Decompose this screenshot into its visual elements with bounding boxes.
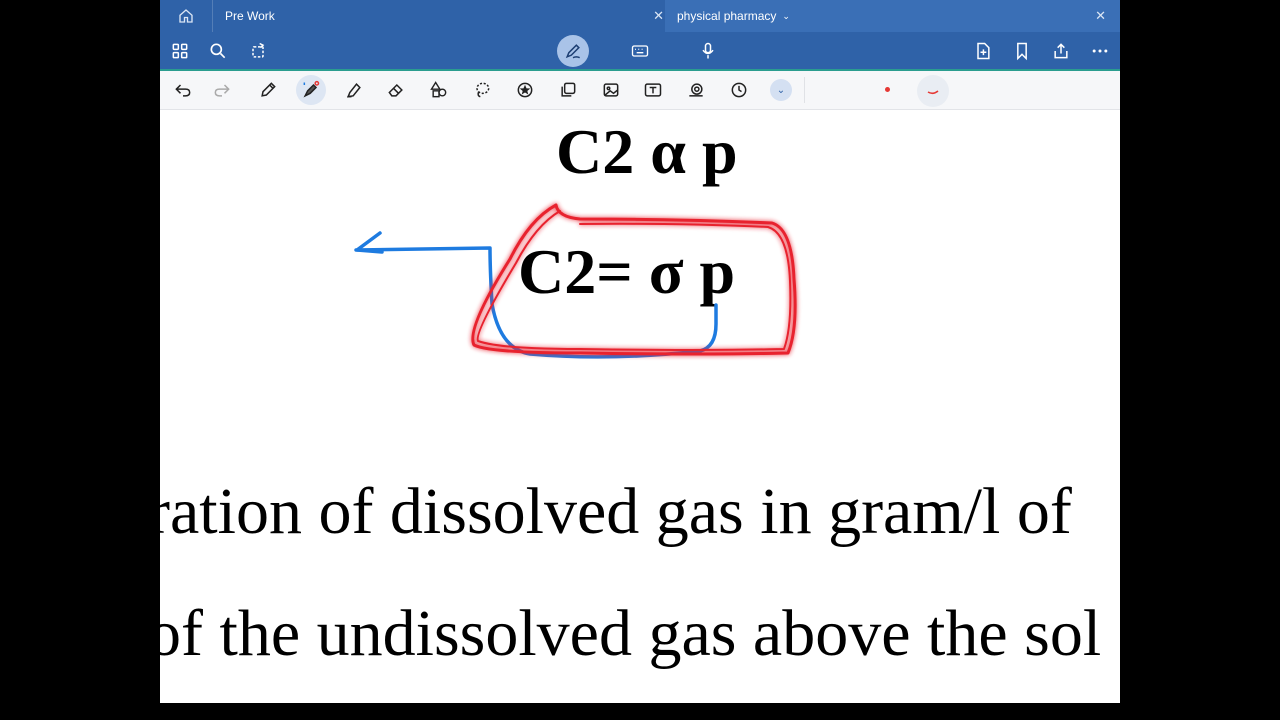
eraser-icon[interactable] — [384, 78, 408, 102]
text-box-icon[interactable] — [641, 78, 665, 102]
timer-icon[interactable] — [727, 78, 751, 102]
highlighter-icon[interactable] — [342, 78, 366, 102]
image-icon[interactable] — [599, 78, 623, 102]
grid-icon[interactable] — [169, 40, 191, 62]
sticker-icon[interactable] — [513, 78, 537, 102]
pen-icon[interactable] — [256, 78, 280, 102]
bookmark-icon[interactable] — [1011, 40, 1033, 62]
expand-tools-icon[interactable]: ⌄ — [770, 79, 792, 101]
top-toolbar — [160, 32, 1120, 69]
share-icon[interactable] — [1050, 40, 1072, 62]
close-tab-icon[interactable]: ✕ — [653, 8, 664, 24]
chevron-down-icon[interactable]: ⌄ — [782, 11, 790, 22]
home-icon — [179, 9, 193, 23]
pen-mode-icon — [565, 44, 581, 59]
color-swatch[interactable] — [885, 87, 890, 92]
active-color-swatch[interactable] — [917, 75, 949, 107]
red-ink-highlight — [471, 203, 797, 356]
notes-app: Pre Work ✕ physical pharmacy ⌄ ✕ ⌄ C2 α … — [160, 0, 1120, 703]
rotate-page-icon[interactable] — [247, 40, 269, 62]
tab-label: physical pharmacy — [677, 9, 777, 23]
copy-icon[interactable] — [556, 78, 580, 102]
ink-annotations — [354, 203, 797, 359]
undo-icon[interactable] — [171, 78, 195, 102]
pen-mode-button[interactable] — [557, 35, 589, 67]
tab-physical-pharmacy[interactable]: physical pharmacy ⌄ ✕ — [665, 0, 1120, 32]
search-icon[interactable] — [207, 40, 229, 62]
laser-pointer-icon[interactable] — [299, 78, 323, 102]
home-button[interactable] — [177, 7, 195, 25]
blue-ink-stroke — [354, 246, 718, 359]
tab-label: Pre Work — [225, 9, 275, 23]
tools-bar: ⌄ — [160, 71, 1120, 110]
shapes-icon[interactable] — [427, 78, 451, 102]
add-page-icon[interactable] — [972, 40, 994, 62]
close-tab-icon[interactable]: ✕ — [1095, 8, 1106, 24]
tab-pre-work[interactable]: Pre Work ✕ — [212, 0, 664, 32]
lasso-icon[interactable] — [470, 78, 494, 102]
mic-icon[interactable] — [697, 40, 719, 62]
camera-icon[interactable] — [684, 78, 708, 102]
tools-separator — [804, 77, 805, 103]
more-icon[interactable] — [1089, 40, 1111, 62]
tab-bar: Pre Work ✕ physical pharmacy ⌄ ✕ — [160, 0, 1120, 32]
redo-icon[interactable] — [210, 78, 234, 102]
keyboard-icon[interactable] — [629, 40, 651, 62]
